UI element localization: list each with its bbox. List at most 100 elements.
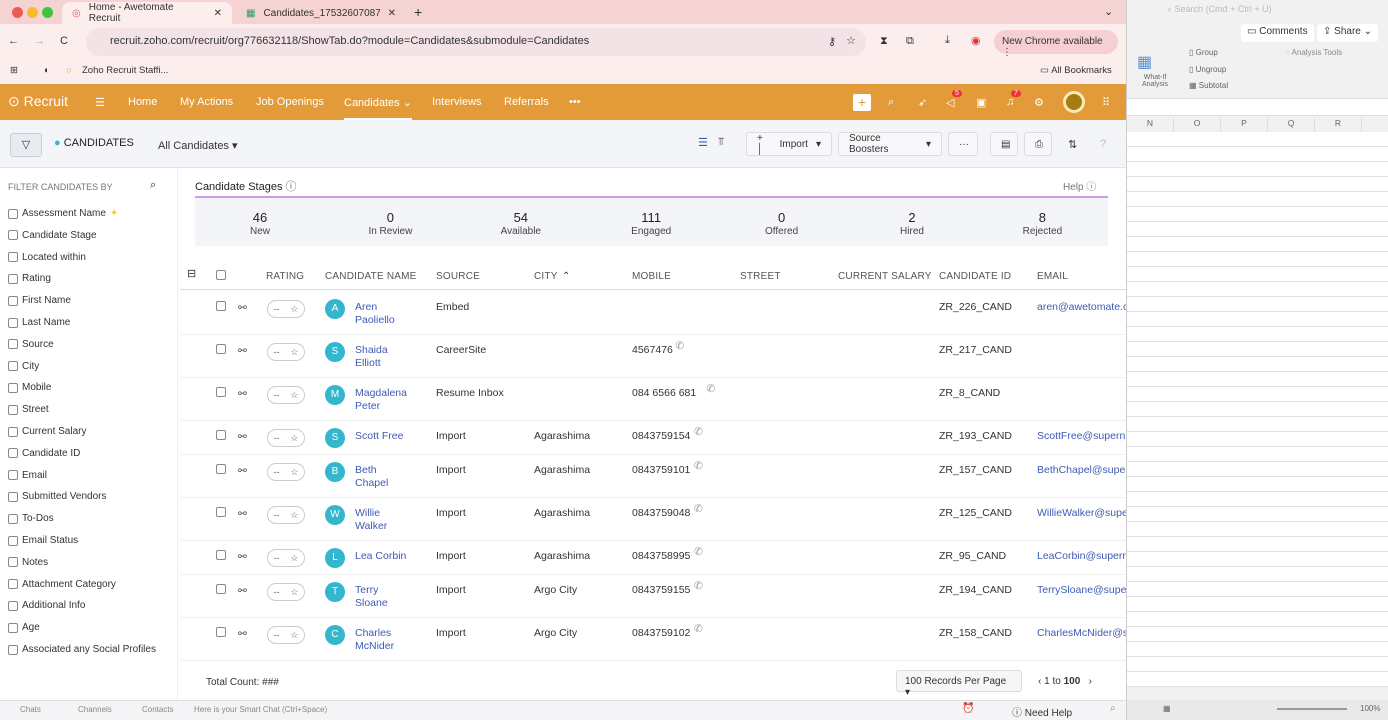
- maximize-window-button[interactable]: [42, 7, 53, 18]
- row-checkbox[interactable]: [216, 584, 226, 594]
- tab-recruit-home[interactable]: ◎ Home - Awetomate Recruit ✕: [62, 2, 232, 24]
- prev-page-button[interactable]: ‹: [1038, 676, 1041, 687]
- star-icon[interactable]: ☆: [290, 304, 298, 315]
- table-row[interactable]: ⚯ -- ☆ L Lea Corbin Import Agarashima 084375899…: [180, 541, 1128, 575]
- alarm-icon[interactable]: ⏰: [962, 703, 974, 714]
- email-link[interactable]: aren@awetomate.c: [1037, 301, 1128, 313]
- filter-checkbox[interactable]: [8, 317, 18, 328]
- close-tab-icon[interactable]: ✕: [214, 8, 222, 19]
- subtotal-button[interactable]: ▦ Subtotal: [1189, 81, 1228, 90]
- back-button[interactable]: ←: [8, 35, 19, 47]
- menu-icon[interactable]: ☰: [95, 96, 105, 109]
- filter-checkbox[interactable]: [8, 557, 18, 568]
- import-button[interactable]: + │ Import ▾: [746, 132, 832, 156]
- candidate-name-link[interactable]: Lea Corbin: [355, 550, 406, 563]
- profile-icon[interactable]: ◉: [971, 34, 981, 47]
- filter-checkbox[interactable]: [8, 513, 18, 524]
- nav-interviews[interactable]: Interviews: [432, 96, 482, 108]
- email-link[interactable]: ScottFree@supern: [1037, 430, 1125, 442]
- extensions-icon[interactable]: ⧉: [906, 35, 914, 48]
- column-header-email[interactable]: EMAIL: [1037, 271, 1068, 282]
- filter-checkbox[interactable]: [8, 295, 18, 306]
- filter-item[interactable]: Current Salary: [8, 426, 86, 437]
- candidate-name-link[interactable]: Aren Paoliello: [355, 301, 395, 327]
- table-settings-icon[interactable]: ▤: [990, 132, 1018, 156]
- rating-widget[interactable]: -- ☆: [267, 549, 305, 567]
- filter-checkbox[interactable]: [8, 470, 18, 481]
- star-icon[interactable]: ☆: [290, 467, 298, 478]
- row-checkbox[interactable]: [216, 301, 226, 311]
- filter-checkbox[interactable]: [8, 208, 18, 219]
- close-window-button[interactable]: [12, 7, 23, 18]
- table-row[interactable]: ⚯ -- ☆ C Charles McNider Import Argo City 084375…: [180, 618, 1128, 661]
- select-all-checkbox[interactable]: [216, 270, 226, 280]
- filter-item[interactable]: City: [8, 361, 39, 372]
- filter-item[interactable]: Rating: [8, 273, 51, 284]
- row-checkbox[interactable]: [216, 430, 226, 440]
- nav-candidates[interactable]: Candidates ⌄: [344, 96, 412, 121]
- all-bookmarks-button[interactable]: ▭ All Bookmarks: [1040, 65, 1112, 76]
- star-icon[interactable]: ☆: [290, 390, 298, 401]
- quick-view-icon[interactable]: ⚯: [238, 345, 247, 357]
- email-link[interactable]: CharlesMcNider@s: [1037, 627, 1128, 639]
- filter-item[interactable]: Located within: [8, 252, 86, 263]
- formula-bar[interactable]: [1127, 98, 1388, 116]
- smart-chat-input[interactable]: Here is your Smart Chat (Ctrl+Space): [194, 705, 327, 714]
- stages-help-link[interactable]: Help ⓘ: [1063, 178, 1096, 193]
- filter-item[interactable]: To-Dos: [8, 513, 54, 524]
- table-row[interactable]: ⚯ -- ☆ W Willie Walker Import Agarashima 0843759…: [180, 498, 1128, 541]
- row-checkbox[interactable]: [216, 507, 226, 517]
- column-header[interactable]: R: [1315, 118, 1362, 132]
- filter-item[interactable]: Assessment Name ✦: [8, 208, 118, 219]
- candidate-name-link[interactable]: Charles McNider: [355, 627, 394, 653]
- chat-search-icon[interactable]: ⌕: [1110, 703, 1116, 714]
- filter-item[interactable]: Email Status: [8, 535, 78, 546]
- group-button[interactable]: ▯ Group: [1189, 48, 1218, 57]
- table-row[interactable]: ⚯ -- ☆ S Scott Free Import Agarashima 084375915…: [180, 421, 1126, 455]
- column-header[interactable]: P: [1221, 118, 1268, 132]
- email-link[interactable]: LeaCorbin@supern: [1037, 550, 1128, 562]
- filter-item[interactable]: Street: [8, 404, 49, 415]
- column-header[interactable]: N: [1127, 118, 1174, 132]
- filter-toggle-icon[interactable]: ▽: [10, 133, 42, 157]
- quick-view-icon[interactable]: ⚯: [238, 388, 247, 400]
- quick-view-icon[interactable]: ⚯: [238, 585, 247, 597]
- rating-widget[interactable]: -- ☆: [267, 506, 305, 524]
- comments-button[interactable]: ▭ Comments: [1241, 24, 1314, 42]
- column-header-candidate-name[interactable]: CANDIDATE NAME: [325, 271, 417, 282]
- kanban-view-icon[interactable]: ⫪: [718, 136, 724, 149]
- url-input[interactable]: recruit.zoho.com/recruit/org776632118/Sh…: [86, 28, 866, 56]
- nav-home[interactable]: Home: [128, 96, 157, 108]
- filter-checkbox[interactable]: [8, 252, 18, 263]
- sheet-search[interactable]: ⌕ Search (Cmd + Ctrl + U): [1167, 4, 1272, 15]
- column-header[interactable]: O: [1174, 118, 1221, 132]
- table-row[interactable]: ⚯ -- ☆ S Shaida Elliott CareerSite 4567476 ✆ ZR_2…: [180, 335, 1126, 378]
- nav-my-actions[interactable]: My Actions: [180, 96, 233, 108]
- stage-new[interactable]: 46 New: [195, 210, 325, 237]
- help-icon[interactable]: ?: [1100, 138, 1106, 150]
- sort-asc-icon[interactable]: ⌃: [562, 271, 571, 282]
- table-row[interactable]: ⚯ -- ☆ A Aren Paoliello Embed ZR_226_CAND aren@a…: [180, 292, 1128, 335]
- stage-offered[interactable]: 0 Offered: [717, 210, 847, 237]
- quick-view-icon[interactable]: ⚯: [238, 465, 247, 477]
- filter-item[interactable]: First Name: [8, 295, 71, 306]
- rating-widget[interactable]: -- ☆: [267, 463, 305, 481]
- phone-icon[interactable]: ✆: [694, 503, 703, 515]
- candidate-name-link[interactable]: Shaida Elliott: [355, 344, 388, 370]
- star-icon[interactable]: ☆: [290, 630, 298, 641]
- candidate-name-link[interactable]: Magdalena Peter: [355, 387, 407, 413]
- filter-checkbox[interactable]: [8, 230, 18, 241]
- quick-view-icon[interactable]: ⚯: [238, 431, 247, 443]
- filter-checkbox[interactable]: [8, 361, 18, 372]
- what-if-button[interactable]: What-If Analysis: [1135, 74, 1175, 88]
- sort-icon[interactable]: ⇅: [1068, 138, 1077, 151]
- more-actions-button[interactable]: ···: [948, 132, 978, 156]
- column-header-street[interactable]: STREET: [740, 271, 781, 282]
- nav-job-openings[interactable]: Job Openings: [256, 96, 324, 108]
- filter-item[interactable]: Mobile: [8, 382, 51, 393]
- filter-checkbox[interactable]: [8, 535, 18, 546]
- filter-item[interactable]: Source: [8, 339, 54, 350]
- row-checkbox[interactable]: [216, 344, 226, 354]
- email-link[interactable]: TerrySloane@supe: [1037, 584, 1126, 596]
- filter-checkbox[interactable]: [8, 622, 18, 633]
